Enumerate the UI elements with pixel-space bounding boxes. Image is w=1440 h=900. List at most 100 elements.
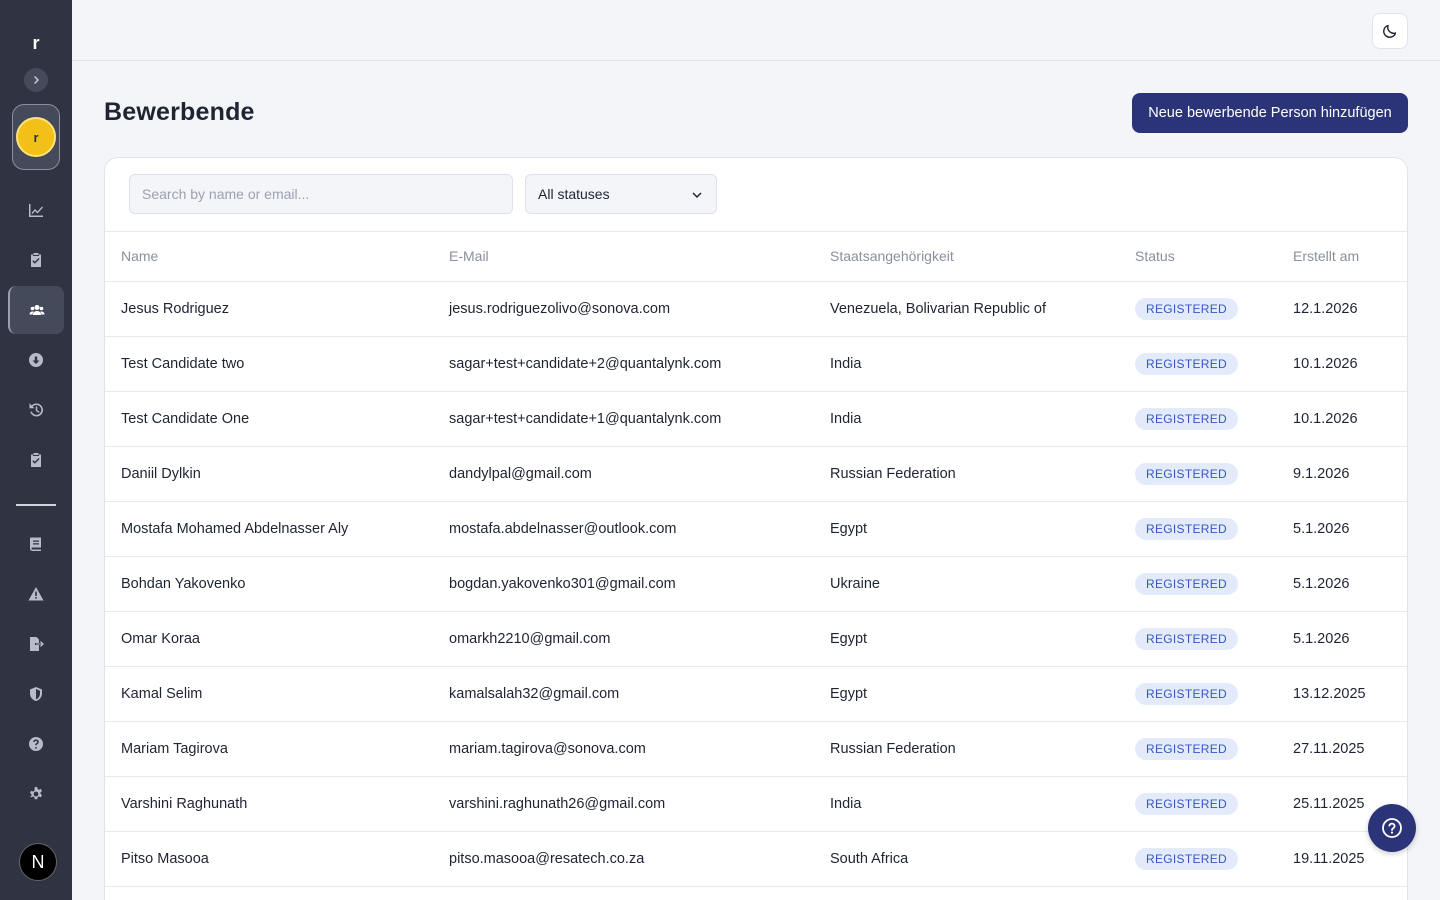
- table-row[interactable]: Test Candidate two sagar+test+candidate+…: [105, 336, 1407, 392]
- status-badge: REGISTERED: [1135, 847, 1239, 870]
- cell-nationality: Russian Federation: [814, 446, 1119, 502]
- user-avatar[interactable]: N: [19, 843, 57, 881]
- table-row[interactable]: Test Candidate One sagar+test+candidate+…: [105, 391, 1407, 447]
- sidebar-item-export[interactable]: [8, 620, 64, 668]
- cell-nationality: Russian Federation: [814, 721, 1119, 777]
- sidebar-item-checklists[interactable]: [8, 436, 64, 484]
- cell-created: 12.1.2026: [1277, 281, 1407, 337]
- cell-status: REGISTERED: [1119, 281, 1277, 337]
- download-circle-icon: [29, 353, 43, 367]
- status-badge: REGISTERED: [1135, 517, 1239, 540]
- sidebar-nav-primary: [8, 186, 64, 486]
- question-circle-icon: [1382, 818, 1402, 838]
- cell-status: REGISTERED: [1119, 501, 1277, 557]
- sidebar-item-history[interactable]: [8, 386, 64, 434]
- brand-logo[interactable]: r: [32, 32, 39, 54]
- cell-status: REGISTERED: [1119, 391, 1277, 447]
- column-header-nationality[interactable]: Staatsangehörigkeit: [814, 232, 1119, 282]
- table-row[interactable]: Mariam Tagirova mariam.tagirova@sonova.c…: [105, 721, 1407, 777]
- cell-email: sagar+test+candidate+1@quantalynk.com: [433, 391, 814, 447]
- clipboard-check-icon: [31, 253, 41, 267]
- table-row[interactable]: Daniil Dylkin dandylpal@gmail.com Russia…: [105, 446, 1407, 502]
- add-applicant-button[interactable]: Neue bewerbende Person hinzufügen: [1132, 93, 1408, 133]
- status-badge: REGISTERED: [1135, 627, 1239, 650]
- table-row[interactable]: Pitso Masooa pitso.masooa@resatech.co.za…: [105, 831, 1407, 887]
- status-filter-value: All statuses: [538, 186, 610, 202]
- cell-name: Test Candidate One: [105, 391, 433, 447]
- column-header-email[interactable]: E-Mail: [433, 232, 814, 282]
- help-chat-button[interactable]: [1368, 804, 1416, 852]
- applicants-table: Name E-Mail Staatsangehörigkeit Status E…: [105, 232, 1407, 887]
- cell-status: REGISTERED: [1119, 336, 1277, 392]
- table-row[interactable]: Varshini Raghunath varshini.raghunath26@…: [105, 776, 1407, 832]
- sidebar-item-privacy[interactable]: [8, 670, 64, 718]
- warning-icon: [28, 587, 44, 601]
- sidebar-item-issues[interactable]: [8, 570, 64, 618]
- table-row[interactable]: Mostafa Mohamed Abdelnasser Aly mostafa.…: [105, 501, 1407, 557]
- sidebar-item-tasks[interactable]: [8, 236, 64, 284]
- cell-name: Pitso Masooa: [105, 831, 433, 887]
- top-bar: [72, 0, 1440, 61]
- status-badge: REGISTERED: [1135, 792, 1239, 815]
- table-row[interactable]: Kamal Selim kamalsalah32@gmail.com Egypt…: [105, 666, 1407, 722]
- table-row[interactable]: Jesus Rodriguez jesus.rodriguezolivo@son…: [105, 281, 1407, 337]
- cell-email: pitso.masooa@resatech.co.za: [433, 831, 814, 887]
- table-row[interactable]: Bohdan Yakovenko bogdan.yakovenko301@gma…: [105, 556, 1407, 612]
- cell-email: jesus.rodriguezolivo@sonova.com: [433, 281, 814, 337]
- cell-status: REGISTERED: [1119, 666, 1277, 722]
- sidebar-item-documentation[interactable]: [8, 520, 64, 568]
- cell-created: 5.1.2026: [1277, 611, 1407, 667]
- chart-line-icon: [29, 204, 43, 217]
- file-export-icon: [30, 637, 44, 651]
- table-row[interactable]: Omar Koraa omarkh2210@gmail.com Egypt RE…: [105, 611, 1407, 667]
- organization-switcher[interactable]: r: [12, 104, 60, 170]
- cell-name: Mariam Tagirova: [105, 721, 433, 777]
- status-badge: REGISTERED: [1135, 737, 1239, 760]
- theme-toggle-button[interactable]: [1372, 13, 1408, 49]
- filters-bar: All statuses: [105, 158, 1407, 232]
- status-badge: REGISTERED: [1135, 407, 1239, 430]
- column-header-created[interactable]: Erstellt am: [1277, 232, 1407, 282]
- cell-created: 13.12.2025: [1277, 666, 1407, 722]
- cell-created: 10.1.2026: [1277, 336, 1407, 392]
- sidebar-nav-secondary: [8, 520, 64, 820]
- cell-nationality: Ukraine: [814, 556, 1119, 612]
- cell-created: 5.1.2026: [1277, 501, 1407, 557]
- cell-nationality: Venezuela, Bolivarian Republic of: [814, 281, 1119, 337]
- table-header-row: Name E-Mail Staatsangehörigkeit Status E…: [105, 232, 1407, 282]
- cell-email: sagar+test+candidate+2@quantalynk.com: [433, 336, 814, 392]
- cell-nationality: India: [814, 776, 1119, 832]
- sidebar-item-downloads[interactable]: [8, 336, 64, 384]
- sidebar-item-help[interactable]: [8, 720, 64, 768]
- history-icon: [29, 403, 43, 417]
- sidebar-item-applicants[interactable]: [8, 286, 64, 334]
- cell-email: mariam.tagirova@sonova.com: [433, 721, 814, 777]
- shield-icon: [30, 687, 42, 701]
- column-header-name[interactable]: Name: [105, 232, 433, 282]
- sidebar: r r N: [0, 0, 72, 900]
- gear-icon: [30, 787, 42, 800]
- search-input[interactable]: [129, 174, 513, 214]
- column-header-status[interactable]: Status: [1119, 232, 1277, 282]
- cell-email: bogdan.yakovenko301@gmail.com: [433, 556, 814, 612]
- clipboard-check-icon: [31, 453, 41, 467]
- cell-name: Jesus Rodriguez: [105, 281, 433, 337]
- cell-created: 27.11.2025: [1277, 721, 1407, 777]
- cell-nationality: Egypt: [814, 666, 1119, 722]
- status-filter-select[interactable]: All statuses: [525, 174, 717, 214]
- applicants-card: All statuses Name E-Mail Staatsangehörig…: [104, 157, 1408, 900]
- organization-avatar: r: [16, 117, 56, 157]
- cell-name: Kamal Selim: [105, 666, 433, 722]
- expand-sidebar-button[interactable]: [24, 68, 48, 92]
- cell-name: Mostafa Mohamed Abdelnasser Aly: [105, 501, 433, 557]
- cell-name: Test Candidate two: [105, 336, 433, 392]
- sidebar-item-analytics[interactable]: [8, 186, 64, 234]
- chevron-down-icon: [692, 192, 702, 199]
- sidebar-item-settings[interactable]: [8, 770, 64, 818]
- chevron-right-icon: [33, 75, 40, 85]
- cell-name: Bohdan Yakovenko: [105, 556, 433, 612]
- cell-nationality: South Africa: [814, 831, 1119, 887]
- cell-status: REGISTERED: [1119, 776, 1277, 832]
- cell-nationality: India: [814, 391, 1119, 447]
- cell-nationality: Egypt: [814, 501, 1119, 557]
